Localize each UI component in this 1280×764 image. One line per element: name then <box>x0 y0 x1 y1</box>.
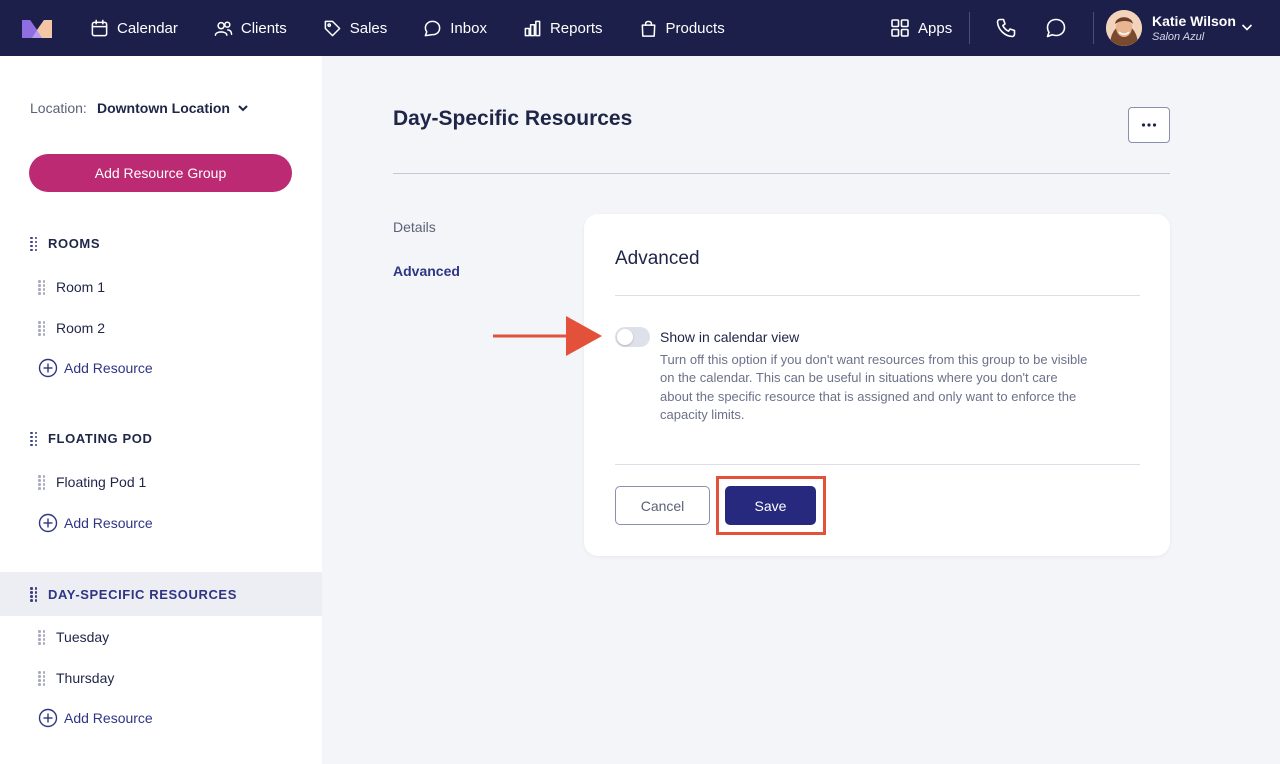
toggle-label: Show in calendar view <box>660 329 800 345</box>
plus-circle-icon <box>38 708 58 728</box>
resource-group-name: ROOMS <box>48 236 101 251</box>
tab-advanced[interactable]: Advanced <box>393 263 460 279</box>
card-title: Advanced <box>615 248 700 269</box>
toggle-knob <box>617 329 633 345</box>
tag-icon <box>324 20 341 36</box>
calendar-icon <box>91 19 108 36</box>
drag-handle-icon[interactable] <box>30 236 38 251</box>
resource-item-floating-pod-1[interactable]: Floating Pod 1 <box>38 474 146 490</box>
advanced-settings-card: Advanced Show in calendar view Turn off … <box>584 214 1170 556</box>
add-resource-label: Add Resource <box>64 515 153 531</box>
resource-item-label: Room 1 <box>56 279 106 295</box>
user-name[interactable]: Katie Wilson <box>1152 13 1236 29</box>
add-resource-rooms[interactable]: Add Resource <box>38 358 153 378</box>
drag-handle-icon[interactable] <box>30 587 38 602</box>
resource-groups-sidebar: Location: Downtown Location Add Resource… <box>0 56 322 764</box>
nav-reports-label: Reports <box>549 19 603 37</box>
chat-icon <box>424 20 441 36</box>
cancel-button[interactable]: Cancel <box>615 486 710 525</box>
more-horizontal-icon <box>1141 123 1157 127</box>
header-divider <box>393 173 1170 174</box>
resource-item-label: Floating Pod 1 <box>56 474 147 490</box>
location-selector[interactable]: Downtown Location <box>97 100 249 116</box>
resource-group-name: FLOATING POD <box>48 431 153 446</box>
resource-group-floating-pod[interactable]: FLOATING POD <box>30 431 152 446</box>
nav-inbox-label: Inbox <box>450 19 487 37</box>
arrow-right-icon <box>493 316 602 356</box>
chevron-down-icon <box>1241 24 1253 31</box>
add-resource-floating-pod[interactable]: Add Resource <box>38 513 153 533</box>
apps-menu-button[interactable]: Apps <box>890 0 952 56</box>
messages-button[interactable] <box>1045 17 1067 39</box>
phone-button[interactable] <box>995 17 1017 39</box>
resource-item-room-2[interactable]: Room 2 <box>38 320 105 336</box>
user-business-name: Salon Azul <box>1152 31 1205 43</box>
drag-handle-icon[interactable] <box>38 630 46 645</box>
main-nav: Calendar Clients Sales Inbox Reports Pro… <box>90 0 761 56</box>
resource-item-thursday[interactable]: Thursday <box>38 670 114 686</box>
top-navigation-bar: Calendar Clients Sales Inbox Reports Pro… <box>0 0 1280 56</box>
resource-group-day-specific-resources[interactable]: DAY-SPECIFIC RESOURCES <box>0 572 322 616</box>
tab-details[interactable]: Details <box>393 219 436 235</box>
nav-sales[interactable]: Sales <box>323 19 388 38</box>
user-photo-icon <box>1106 10 1142 46</box>
save-highlight-annotation <box>716 476 826 535</box>
nav-divider <box>1093 12 1094 44</box>
resource-item-tuesday[interactable]: Tuesday <box>38 629 109 645</box>
resource-item-label: Tuesday <box>56 629 110 645</box>
drag-handle-icon[interactable] <box>38 321 46 336</box>
brand-logo-icon[interactable] <box>22 18 52 38</box>
nav-calendar[interactable]: Calendar <box>90 19 178 38</box>
users-icon <box>214 20 233 36</box>
bar-chart-icon <box>524 20 541 36</box>
add-resource-label: Add Resource <box>64 360 153 376</box>
drag-handle-icon[interactable] <box>38 671 46 686</box>
more-options-button[interactable] <box>1128 107 1170 143</box>
phone-icon <box>996 18 1016 38</box>
location-label: Location: <box>30 100 87 116</box>
user-menu-toggle[interactable] <box>1240 20 1254 34</box>
resource-item-label: Thursday <box>56 670 115 686</box>
avatar[interactable] <box>1106 10 1142 46</box>
nav-inbox[interactable]: Inbox <box>423 19 487 38</box>
drag-handle-icon[interactable] <box>30 431 38 446</box>
plus-circle-icon <box>38 513 58 533</box>
resource-group-rooms[interactable]: ROOMS <box>30 236 100 251</box>
nav-calendar-label: Calendar <box>117 19 178 37</box>
card-divider <box>615 295 1140 296</box>
location-value: Downtown Location <box>97 100 230 116</box>
drag-handle-icon[interactable] <box>38 475 46 490</box>
shopping-bag-icon <box>641 20 655 37</box>
resource-group-name: DAY-SPECIFIC RESOURCES <box>48 586 237 602</box>
nav-reports[interactable]: Reports <box>523 19 603 38</box>
resource-item-label: Room 2 <box>56 320 106 336</box>
nav-clients-label: Clients <box>240 19 287 37</box>
add-resource-group-button[interactable]: Add Resource Group <box>29 154 292 192</box>
apps-label: Apps <box>918 19 953 37</box>
nav-clients[interactable]: Clients <box>214 19 287 38</box>
message-bubble-icon <box>1046 18 1066 38</box>
nav-products[interactable]: Products <box>639 19 725 38</box>
chevron-down-icon <box>238 105 248 112</box>
page-title: Day-Specific Resources <box>393 107 633 130</box>
drag-handle-icon[interactable] <box>38 280 46 295</box>
nav-products-label: Products <box>665 19 725 37</box>
grid-icon <box>891 19 909 37</box>
card-divider <box>615 464 1140 465</box>
nav-divider <box>969 12 970 44</box>
resource-item-room-1[interactable]: Room 1 <box>38 279 105 295</box>
nav-sales-label: Sales <box>349 19 388 37</box>
plus-circle-icon <box>38 358 58 378</box>
show-in-calendar-toggle[interactable] <box>615 327 650 347</box>
add-resource-day-specific[interactable]: Add Resource <box>38 708 153 728</box>
add-resource-label: Add Resource <box>64 710 153 726</box>
toggle-description: Turn off this option if you don't want r… <box>660 352 1088 422</box>
